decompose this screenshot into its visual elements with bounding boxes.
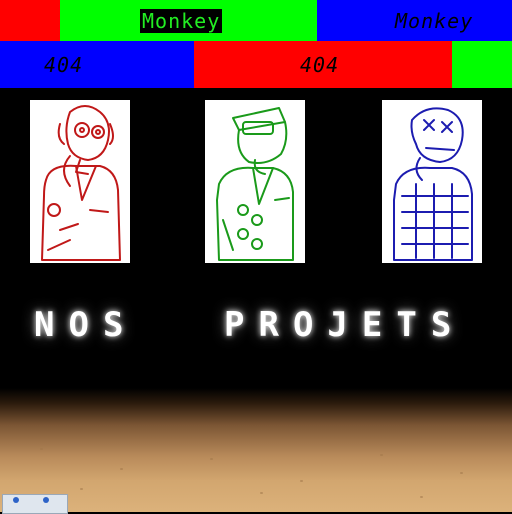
- title-word-nos: NOS: [34, 305, 138, 345]
- monkey-figure-red[interactable]: [30, 100, 130, 263]
- pin-icon: [13, 497, 19, 503]
- cork-floor: [0, 388, 512, 512]
- title-word-projets: PROJETS: [224, 305, 466, 345]
- pinned-card[interactable]: [2, 494, 68, 514]
- monkey-label-green: Monkey: [140, 8, 223, 33]
- top-bar-blue-segment[interactable]: Monkey: [317, 0, 512, 41]
- second-bar-green-segment: [452, 41, 512, 88]
- monkey-figure-green[interactable]: [205, 100, 305, 263]
- error-code-label-red: 404: [300, 52, 340, 77]
- pin-icon: [43, 497, 49, 503]
- second-bar-red-segment[interactable]: 404: [194, 41, 452, 88]
- top-bar-green-segment[interactable]: Monkey: [60, 0, 317, 41]
- second-bar-blue-segment[interactable]: 404: [0, 41, 194, 88]
- monkey-label-green-text: Monkey: [140, 8, 223, 33]
- second-color-bar: 404 404: [0, 41, 512, 88]
- monkey-figure-blue[interactable]: [382, 100, 482, 263]
- top-color-bar: Monkey Monkey: [0, 0, 512, 41]
- monkey-label-blue: Monkey: [395, 8, 474, 33]
- top-bar-red-segment: [0, 0, 60, 41]
- error-code-label-blue: 404: [44, 52, 84, 77]
